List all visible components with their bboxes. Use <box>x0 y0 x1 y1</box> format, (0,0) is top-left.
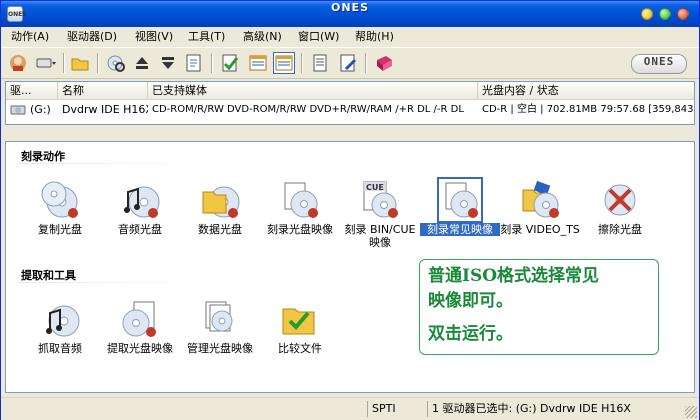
action-label: 擦除光盘 <box>598 223 642 236</box>
menu-help[interactable]: 帮助(H) <box>351 27 398 47</box>
close-button[interactable] <box>677 8 689 20</box>
app-logo-icon[interactable]: ONES <box>7 6 27 22</box>
toolbar-separator <box>211 53 213 73</box>
drive-status: CD-R | 空白 | 702.81MB 79:57.68 [359,843] <box>482 104 694 115</box>
section-divider <box>18 163 198 164</box>
data-disc-icon <box>200 180 240 220</box>
status-interface: SPTI <box>367 401 428 417</box>
action-label: 刻录 BIN/CUE 映像 <box>344 223 416 249</box>
toolbar-separator <box>97 53 99 73</box>
action-label: 管理光盘映像 <box>187 342 253 355</box>
note-line-2: 映像即可。 <box>428 291 513 311</box>
menu-bar: 动作(A) 驱动器(D) 视图(V) 工具(T) 高级(N) 窗口(W) 帮助(… <box>1 27 699 47</box>
note-line-1: 普通ISO格式选择常见 <box>428 266 600 286</box>
drive-name: Dvdrw IDE H16X <box>62 103 148 116</box>
action-label: 刻录 VIDEO_TS <box>500 223 580 236</box>
menu-view[interactable]: 视图(V) <box>131 27 177 47</box>
action-erase-disc[interactable]: 擦除光盘 <box>580 180 660 236</box>
column-supported-media[interactable]: 已支持媒体 <box>148 82 478 99</box>
toolbar-separator <box>365 53 367 73</box>
verify-icon[interactable] <box>219 52 241 74</box>
compare-files-icon <box>280 299 320 339</box>
action-label: 刻录光盘映像 <box>267 223 333 236</box>
action-label: 提取光盘映像 <box>107 342 173 355</box>
toolbar-separator <box>63 53 65 73</box>
options-icon[interactable] <box>337 52 359 74</box>
toolbar-separator <box>301 53 303 73</box>
bin-cue-icon: CUE <box>360 180 400 220</box>
column-name[interactable]: 名称 <box>58 82 148 99</box>
video-ts-icon <box>520 180 560 220</box>
log-icon[interactable] <box>309 52 331 74</box>
drive-list: 驱... 名称 已支持媒体 光盘内容 / 状态 (G:) Dvdrw IDE H… <box>5 81 695 125</box>
action-compare-files[interactable]: 比较文件 <box>260 299 340 355</box>
help-book-icon[interactable] <box>373 52 395 74</box>
open-folder-icon[interactable] <box>69 52 91 74</box>
title-bar[interactable]: ONES ONES <box>1 1 699 27</box>
window-title: ONES <box>331 1 369 14</box>
drive-row[interactable]: (G:) Dvdrw IDE H16X CD-ROM/R/RW DVD-ROM/… <box>6 100 694 120</box>
menu-tools[interactable]: 工具(T) <box>184 27 229 47</box>
copy-disc-icon <box>40 180 80 220</box>
erase-disc-icon <box>600 180 640 220</box>
minimize-button[interactable] <box>641 8 653 20</box>
burn-image-icon <box>280 180 320 220</box>
details-view-icon[interactable] <box>273 52 295 74</box>
note-line-3: 双击运行。 <box>428 324 513 344</box>
action-label: 比较文件 <box>278 342 322 355</box>
status-selection: 1 驱动器已选中: (G:) Dvdrw IDE H16X <box>427 401 682 417</box>
column-drive[interactable]: 驱... <box>6 82 58 99</box>
action-label: 复制光盘 <box>38 223 82 236</box>
cue-badge-text: CUE <box>366 183 384 192</box>
properties-icon[interactable] <box>183 52 205 74</box>
section-title-tools: 提取和工具 <box>21 269 76 282</box>
optical-drive-icon <box>10 102 26 118</box>
action-burn-bin-cue[interactable]: CUE 刻录 BIN/CUE 映像 <box>340 180 420 249</box>
burn-wizard-icon[interactable] <box>7 52 29 74</box>
audio-disc-icon <box>120 180 160 220</box>
maximize-button[interactable] <box>659 8 671 20</box>
menu-window[interactable]: 窗口(W) <box>294 27 343 47</box>
eject-icon[interactable] <box>131 52 153 74</box>
action-rip-audio[interactable]: 抓取音频 <box>20 299 100 355</box>
action-audio-disc[interactable]: 音频光盘 <box>100 180 180 236</box>
drive-list-header: 驱... 名称 已支持媒体 光盘内容 / 状态 <box>6 82 694 100</box>
resize-grip[interactable] <box>685 406 697 418</box>
burn-common-image-icon <box>437 177 483 223</box>
action-data-disc[interactable]: 数据光盘 <box>180 180 260 236</box>
action-burn-common-image[interactable]: 刻录常见映像 <box>420 177 500 236</box>
status-bar: SPTI 1 驱动器已选中: (G:) Dvdrw IDE H16X <box>1 397 699 420</box>
action-extract-image[interactable]: 提取光盘映像 <box>100 299 180 355</box>
action-label: 抓取音频 <box>38 342 82 355</box>
action-burn-image[interactable]: 刻录光盘映像 <box>260 180 340 236</box>
column-disc-status[interactable]: 光盘内容 / 状态 <box>478 82 694 99</box>
section-title-burn: 刻录动作 <box>21 150 65 163</box>
extract-image-icon <box>120 299 160 339</box>
rip-audio-icon <box>40 299 80 339</box>
menu-drive[interactable]: 驱动器(D) <box>63 27 121 47</box>
section-divider <box>18 282 198 283</box>
action-burn-video-ts[interactable]: 刻录 VIDEO_TS <box>500 180 580 236</box>
action-label: 音频光盘 <box>118 223 162 236</box>
brand-logo: ONES <box>631 54 687 74</box>
manage-image-icon <box>200 299 240 339</box>
action-copy-disc[interactable]: 复制光盘 <box>20 180 100 236</box>
action-label: 数据光盘 <box>198 223 242 236</box>
app-window: ONES ONES 动作(A) 驱动器(D) 视图(V) 工具(T) 高级(N)… <box>0 0 700 420</box>
drive-media: CD-ROM/R/RW DVD-ROM/R/RW DVD+R/RW/RAM /+… <box>152 104 464 115</box>
menu-action[interactable]: 动作(A) <box>7 27 53 47</box>
toolbar: ONES <box>1 47 699 79</box>
drive-letter: (G:) <box>30 103 51 116</box>
action-manage-image[interactable]: 管理光盘映像 <box>180 299 260 355</box>
menu-advanced[interactable]: 高级(N) <box>239 27 286 47</box>
action-label: 刻录常见映像 <box>420 223 500 236</box>
drive-dropdown-icon[interactable] <box>35 52 57 74</box>
annotation-note: 普通ISO格式选择常见 映像即可。 双击运行。 <box>419 259 659 355</box>
disc-info-icon[interactable] <box>105 52 127 74</box>
load-tray-icon[interactable] <box>157 52 179 74</box>
list-view-icon[interactable] <box>247 52 269 74</box>
